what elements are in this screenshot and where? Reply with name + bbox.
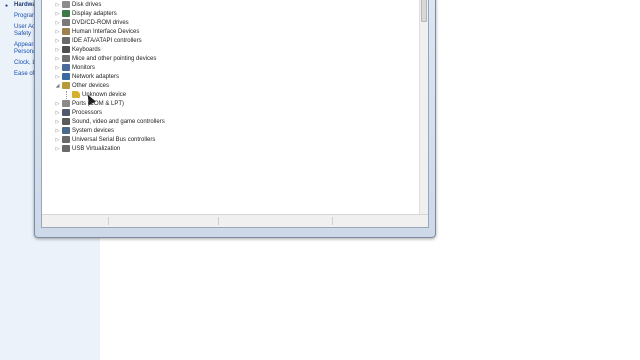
tree-node-label: Human Interface Devices <box>72 28 140 35</box>
tree-node-label: Keyboards <box>72 46 101 53</box>
expand-arrow-icon[interactable]: ▷ <box>54 65 61 71</box>
tree-connector-line <box>66 91 68 99</box>
expand-arrow-icon[interactable]: ▷ <box>54 110 61 116</box>
system-devices-icon <box>62 127 70 134</box>
tree-node-label: Other devices <box>72 82 110 89</box>
tree-node-label: DVD/CD-ROM drives <box>72 19 129 26</box>
usb-virtualization-icon <box>62 145 70 152</box>
status-divider <box>218 217 219 225</box>
vertical-scrollbar[interactable] <box>419 0 428 214</box>
tree-node-label: Monitors <box>72 64 96 71</box>
tree-node-label: Ports (COM & LPT) <box>72 100 125 107</box>
network-adapter-icon <box>62 73 70 80</box>
keyboard-icon <box>62 46 70 53</box>
control-panel-item-clock[interactable]: Clock, L <box>14 60 36 66</box>
expand-arrow-icon[interactable]: ▷ <box>54 119 61 125</box>
control-panel-item-user-accounts[interactable]: User Ac <box>14 24 35 30</box>
tree-node-label: Universal Serial Bus controllers <box>72 136 156 143</box>
tree-node-label: Mice and other pointing devices <box>72 55 157 62</box>
tree-node-label: Sound, video and game controllers <box>72 118 165 125</box>
expand-arrow-icon[interactable]: ▷ <box>54 128 61 134</box>
tree-node-label: Disk drives <box>72 1 102 8</box>
tree-node[interactable]: ▷ Mice and other pointing devices <box>54 54 156 63</box>
expand-arrow-icon[interactable]: ▷ <box>54 101 61 107</box>
other-devices-icon <box>62 82 70 89</box>
tree-node-label: Network adapters <box>72 73 120 80</box>
tree-node[interactable]: ▷ Universal Serial Bus controllers <box>54 135 155 144</box>
tree-node-label: USB Virtualization <box>72 145 121 152</box>
tree-node[interactable]: ◢ Other devices <box>54 81 109 90</box>
tree-node[interactable]: ▷ Monitors <box>54 63 95 72</box>
expand-arrow-icon[interactable]: ▷ <box>54 38 61 44</box>
tree-node[interactable]: ▷ Sound, video and game controllers <box>54 117 165 126</box>
mouse-icon <box>62 55 70 62</box>
status-divider <box>108 217 109 225</box>
display-adapter-icon <box>62 10 70 17</box>
expand-arrow-icon[interactable]: ◢ <box>54 83 61 89</box>
expand-arrow-icon[interactable]: ▷ <box>54 74 61 80</box>
expand-arrow-icon[interactable]: ▷ <box>54 146 61 152</box>
usb-controller-icon <box>62 136 70 143</box>
device-manager-window: ▷Computer▷Disk drives▷Display adapters▷D… <box>34 0 436 238</box>
device-tree-pane: ▷Computer▷Disk drives▷Display adapters▷D… <box>41 0 429 228</box>
tree-node[interactable]: ▷ Disk drives <box>54 0 101 9</box>
tree-node[interactable]: ▷ IDE ATA/ATAPI controllers <box>54 36 142 45</box>
expand-arrow-icon[interactable]: ▷ <box>54 20 61 26</box>
tree-node[interactable]: ▷ USB Virtualization <box>54 144 120 153</box>
control-panel-item-safety[interactable]: Safety <box>14 31 31 37</box>
control-panel-item-ease-of-access[interactable]: Ease of <box>14 71 34 77</box>
expand-arrow-icon[interactable]: ▷ <box>54 137 61 143</box>
tree-node-label: System devices <box>72 127 115 134</box>
ide-controller-icon <box>62 37 70 44</box>
tree-node[interactable]: ▷ DVD/CD-ROM drives <box>54 18 129 27</box>
status-divider <box>332 217 333 225</box>
expand-arrow-icon[interactable]: ▷ <box>54 56 61 62</box>
tree-node[interactable]: ▷ Display adapters <box>54 9 117 18</box>
tree-node-label: IDE ATA/ATAPI controllers <box>72 37 142 44</box>
expand-arrow-icon[interactable]: ▷ <box>54 47 61 53</box>
expand-arrow-icon[interactable]: ▷ <box>54 29 61 35</box>
control-panel-category-hardware[interactable]: Hardwa <box>14 2 36 8</box>
disk-drive-icon <box>62 1 70 8</box>
tree-node[interactable]: ▷ System devices <box>54 126 114 135</box>
dvd-drive-icon <box>62 19 70 26</box>
tree-node[interactable]: ▷ Human Interface Devices <box>54 27 139 36</box>
expand-arrow-icon[interactable]: ▷ <box>54 2 61 8</box>
tree-node-label: Processors <box>72 109 103 116</box>
status-bar <box>42 214 428 227</box>
tree-node[interactable]: ▷ Keyboards <box>54 45 101 54</box>
tree-node-label: Display adapters <box>72 10 117 17</box>
hid-icon <box>62 28 70 35</box>
tree-node[interactable]: ▷ Network adapters <box>54 72 119 81</box>
control-panel-item-personalization[interactable]: Persona <box>14 49 36 55</box>
scrollbar-thumb[interactable] <box>421 0 427 22</box>
tree-node[interactable]: Unknown device <box>64 90 126 99</box>
processor-icon <box>62 109 70 116</box>
ports-icon <box>62 100 70 107</box>
expand-arrow-icon[interactable]: ▷ <box>54 11 61 17</box>
bullet-icon: ● <box>5 3 9 9</box>
unknown-device-warning-icon <box>72 91 80 98</box>
tree-node[interactable]: ▷ Processors <box>54 108 102 117</box>
sound-icon <box>62 118 70 125</box>
monitor-icon <box>62 64 70 71</box>
